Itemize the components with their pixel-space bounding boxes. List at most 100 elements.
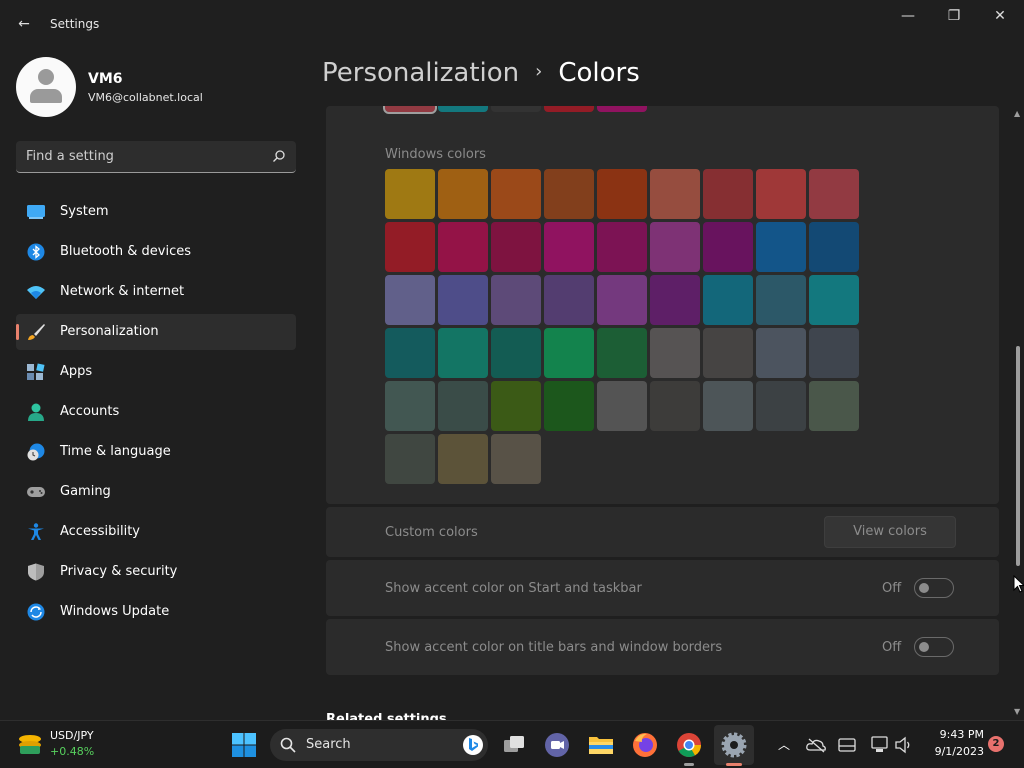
color-swatch[interactable]	[438, 169, 488, 219]
recent-color-swatch[interactable]	[383, 106, 437, 114]
color-swatch[interactable]	[438, 222, 488, 272]
color-swatch[interactable]	[650, 381, 700, 431]
color-swatch[interactable]	[756, 328, 806, 378]
color-swatch[interactable]	[809, 328, 859, 378]
task-view-icon[interactable]	[500, 731, 528, 759]
sidebar-item-privacy[interactable]: Privacy & security	[16, 554, 296, 590]
color-swatch[interactable]	[438, 434, 488, 484]
color-swatch[interactable]	[756, 222, 806, 272]
scroll-down-arrow-icon[interactable]: ▼	[1014, 708, 1022, 716]
color-swatch[interactable]	[491, 169, 541, 219]
color-swatch[interactable]	[438, 328, 488, 378]
color-swatch[interactable]	[597, 275, 647, 325]
color-swatch[interactable]	[438, 275, 488, 325]
color-swatch[interactable]	[756, 381, 806, 431]
color-swatch[interactable]	[385, 275, 435, 325]
settings-gear-icon[interactable]	[720, 731, 748, 759]
chrome-icon[interactable]	[675, 731, 703, 759]
maximize-button[interactable]: ❐	[934, 8, 974, 28]
view-colors-button[interactable]: View colors	[824, 516, 956, 548]
color-swatch[interactable]	[650, 328, 700, 378]
sidebar-item-bluetooth[interactable]: Bluetooth & devices	[16, 234, 296, 270]
color-swatch[interactable]	[385, 434, 435, 484]
color-swatch[interactable]	[703, 381, 753, 431]
recent-color-swatch[interactable]	[438, 106, 488, 112]
color-swatch[interactable]	[544, 381, 594, 431]
sidebar-item-accounts[interactable]: Accounts	[16, 394, 296, 430]
color-swatch[interactable]	[597, 381, 647, 431]
sidebar-item-accessibility[interactable]: Accessibility	[16, 514, 296, 550]
teams-chat-icon[interactable]	[543, 731, 571, 759]
user-profile[interactable]: VM6 VM6@collabnet.local	[16, 57, 306, 117]
chevron-up-icon[interactable]: ︿	[776, 736, 792, 752]
color-swatch[interactable]	[809, 222, 859, 272]
color-swatch[interactable]	[597, 222, 647, 272]
sidebar-item-gaming[interactable]: Gaming	[16, 474, 296, 510]
color-swatch[interactable]	[491, 328, 541, 378]
minimize-button[interactable]: —	[888, 8, 928, 28]
color-swatch[interactable]	[491, 275, 541, 325]
vertical-scrollbar[interactable]: ▲ ▼	[1012, 106, 1024, 720]
back-arrow-icon[interactable]: ←	[14, 14, 34, 34]
sidebar-item-time-language[interactable]: Time & language	[16, 434, 296, 470]
color-swatch[interactable]	[703, 275, 753, 325]
clock-date[interactable]: 9/1/2023	[920, 745, 984, 758]
search-icon[interactable]	[272, 149, 286, 163]
color-swatch[interactable]	[491, 434, 541, 484]
color-swatch[interactable]	[385, 381, 435, 431]
accent-start-toggle[interactable]	[914, 578, 954, 598]
widgets-ticker[interactable]: USD/JPY +0.48%	[14, 727, 134, 763]
color-swatch[interactable]	[703, 169, 753, 219]
scroll-up-arrow-icon[interactable]: ▲	[1014, 110, 1022, 118]
tablet-mode-icon[interactable]	[838, 737, 856, 753]
color-swatch[interactable]	[385, 222, 435, 272]
firefox-icon[interactable]	[631, 731, 659, 759]
breadcrumb-parent[interactable]: Personalization	[322, 58, 519, 88]
color-swatch[interactable]	[650, 169, 700, 219]
color-swatch[interactable]	[597, 328, 647, 378]
color-swatch[interactable]	[809, 381, 859, 431]
color-swatch[interactable]	[491, 222, 541, 272]
find-setting-search[interactable]	[16, 141, 296, 173]
start-windows-icon[interactable]	[230, 731, 258, 759]
color-swatch[interactable]	[756, 169, 806, 219]
sidebar-item-personalization[interactable]: Personalization	[16, 314, 296, 350]
color-swatch[interactable]	[544, 275, 594, 325]
volume-icon[interactable]	[894, 736, 914, 754]
close-button[interactable]: ✕	[980, 8, 1020, 28]
color-swatch[interactable]	[544, 222, 594, 272]
color-swatch[interactable]	[650, 222, 700, 272]
network-icon[interactable]	[870, 736, 890, 754]
color-swatch[interactable]	[703, 328, 753, 378]
onedrive-icon[interactable]	[806, 737, 826, 753]
recent-color-swatch[interactable]	[544, 106, 594, 112]
color-swatch[interactable]	[544, 169, 594, 219]
color-swatch[interactable]	[650, 275, 700, 325]
recent-color-swatch[interactable]	[597, 106, 647, 112]
recent-color-swatch[interactable]	[491, 106, 541, 112]
color-swatch[interactable]	[809, 275, 859, 325]
sidebar-item-network[interactable]: Network & internet	[16, 274, 296, 310]
accent-titlebar-toggle[interactable]	[914, 637, 954, 657]
content-scroll-area[interactable]: Windows colors Custom colors View colors…	[326, 106, 999, 720]
bing-icon[interactable]	[462, 734, 484, 756]
taskbar-search[interactable]: Search	[270, 729, 488, 761]
color-swatch[interactable]	[809, 169, 859, 219]
color-swatch[interactable]	[385, 169, 435, 219]
file-explorer-icon[interactable]	[587, 731, 615, 759]
sidebar-item-windows-update[interactable]: Windows Update	[16, 594, 296, 630]
color-swatch[interactable]	[491, 381, 541, 431]
color-swatch[interactable]	[438, 381, 488, 431]
color-swatch[interactable]	[544, 328, 594, 378]
avatar[interactable]	[16, 57, 76, 117]
color-swatch[interactable]	[385, 328, 435, 378]
sidebar-item-apps[interactable]: Apps	[16, 354, 296, 390]
scrollbar-thumb[interactable]	[1016, 346, 1020, 566]
search-input[interactable]	[16, 141, 266, 171]
color-swatch[interactable]	[597, 169, 647, 219]
sidebar-item-system[interactable]: System	[16, 194, 296, 230]
color-swatch[interactable]	[703, 222, 753, 272]
color-swatch[interactable]	[756, 275, 806, 325]
notification-badge[interactable]: 2	[988, 736, 1004, 752]
clock-time[interactable]: 9:43 PM	[926, 728, 984, 741]
